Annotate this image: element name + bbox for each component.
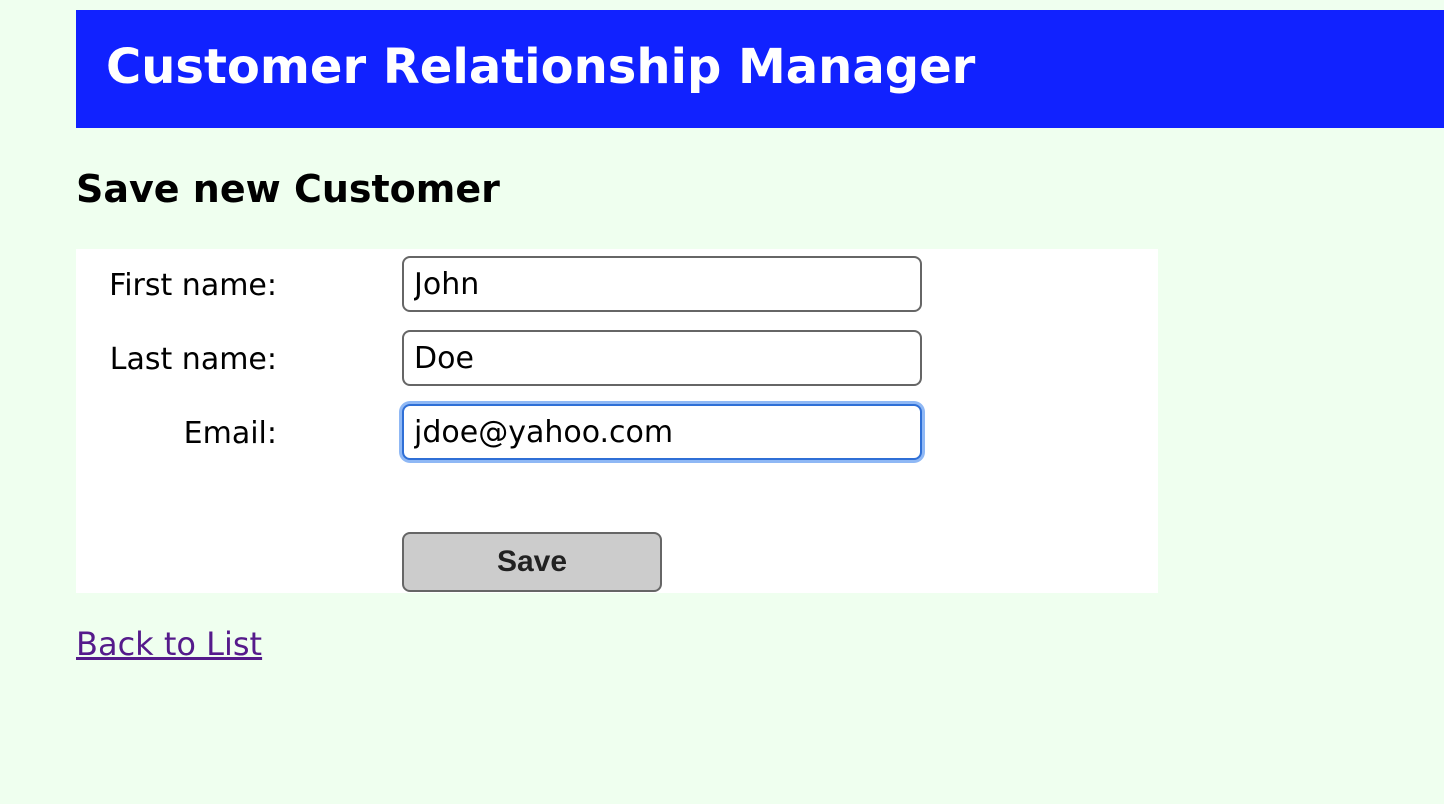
app-title: Customer Relationship Manager [106,39,976,95]
app-header: Customer Relationship Manager [76,10,1444,128]
page-title: Save new Customer [76,167,500,211]
save-button[interactable]: Save [402,532,662,592]
back-to-list-link[interactable]: Back to List [76,628,262,660]
first-name-label: First name: [109,268,277,303]
last-name-field[interactable] [402,330,922,386]
first-name-field[interactable] [402,256,922,312]
last-name-label: Last name: [109,342,277,377]
customer-form: First name: Last name: Email: Save [76,249,1158,593]
email-field[interactable] [402,404,922,460]
email-label: Email: [183,416,277,451]
